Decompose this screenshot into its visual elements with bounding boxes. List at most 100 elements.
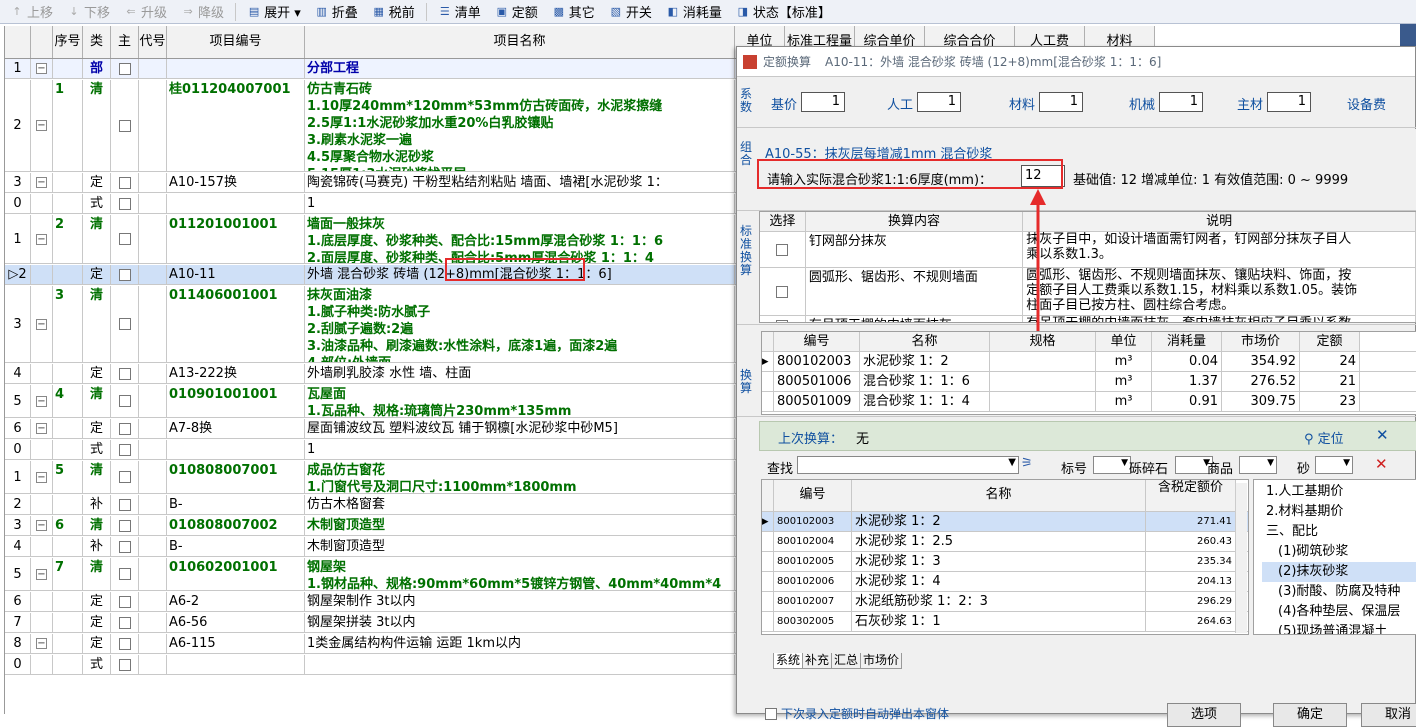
tree-item[interactable]: (2)抹灰砂浆 <box>1262 562 1416 582</box>
filter-icon[interactable]: ⚞ <box>1021 456 1033 471</box>
std-select-checkbox[interactable] <box>776 243 789 256</box>
coef-input-3[interactable]: 1 <box>1159 92 1203 112</box>
main-checkbox[interactable] <box>118 367 131 380</box>
collapse-toggle-icon[interactable]: − <box>36 63 47 74</box>
main-checkbox[interactable] <box>118 498 131 511</box>
row-main-checkbox[interactable] <box>111 537 139 556</box>
std-row[interactable]: 圆弧形、锯齿形、不规则墙面 圆弧形、锯齿形、不规则墙面抹灰、镶贴块料、饰面，按 定… <box>760 268 1416 316</box>
row-main-checkbox[interactable] <box>111 419 139 438</box>
toolbar-button-expand[interactable]: ▤ 展开 ▾ <box>241 1 307 23</box>
toolbar-button-consumption[interactable]: ◧ 消耗量 <box>660 1 728 23</box>
std-select-checkbox[interactable] <box>776 319 789 322</box>
tree-item[interactable]: 三、配比 <box>1262 522 1416 542</box>
filter-select-0[interactable]: ▼ <box>1093 456 1131 474</box>
material-row[interactable]: ▸ 800102003 水泥砂浆 1：2 m³ 0.04 354.92 24 <box>762 352 1416 372</box>
tree-item[interactable]: (1)砌筑砂浆 <box>1262 542 1416 562</box>
row-main-checkbox[interactable] <box>111 265 139 284</box>
tree-item[interactable]: 2.材料基期价 <box>1262 502 1416 522</box>
std-select-cell[interactable] <box>760 268 806 315</box>
row-expander[interactable]: − <box>31 80 53 171</box>
main-checkbox[interactable] <box>118 233 131 245</box>
tree-item[interactable]: (5)现场普通混凝土 <box>1262 622 1416 634</box>
library-tab-3[interactable]: 市场价 <box>860 653 903 669</box>
std-row[interactable]: 钉网部分抹灰 抹灰子目中，如设计墙面需钉网者，钉网部分抹灰子目人 乘以系数1.3。 <box>760 232 1416 268</box>
collapse-toggle-icon[interactable]: − <box>36 520 47 531</box>
row-expander[interactable]: − <box>31 516 53 535</box>
library-row[interactable]: 800102007 水泥纸筋砂浆 1：2：3 296.29 <box>762 592 1248 612</box>
coef-input-0[interactable]: 1 <box>801 92 845 112</box>
library-row[interactable]: 800102004 水泥砂浆 1：2.5 260.43 <box>762 532 1248 552</box>
row-main-checkbox[interactable] <box>111 655 139 674</box>
main-checkbox[interactable] <box>118 471 131 483</box>
toolbar-button-arrow-down[interactable]: ↓ 下移 <box>61 1 116 23</box>
row-main-checkbox[interactable] <box>111 613 139 632</box>
main-checkbox[interactable] <box>118 119 131 132</box>
main-checkbox[interactable] <box>118 395 131 407</box>
search-input[interactable]: ▼ <box>797 456 1019 474</box>
row-main-checkbox[interactable] <box>111 286 139 362</box>
collapse-toggle-icon[interactable]: − <box>36 233 47 245</box>
row-main-checkbox[interactable] <box>111 215 139 263</box>
main-checkbox[interactable] <box>118 176 131 189</box>
dropdown-arrow-icon[interactable]: ▼ <box>1008 457 1016 468</box>
main-checkbox[interactable] <box>118 443 131 456</box>
collapse-toggle-icon[interactable]: − <box>36 471 47 483</box>
main-checkbox[interactable] <box>118 540 131 553</box>
row-main-checkbox[interactable] <box>111 495 139 514</box>
tree-item[interactable]: 1.人工基期价 <box>1262 482 1416 502</box>
main-checkbox[interactable] <box>118 616 131 629</box>
collapse-toggle-icon[interactable]: − <box>36 638 47 649</box>
toolbar-button-arrow-up[interactable]: ↑ 上移 <box>4 1 59 23</box>
toolbar-button-other[interactable]: ▩ 其它 <box>546 1 601 23</box>
collapse-toggle-icon[interactable]: − <box>36 177 47 188</box>
library-row[interactable]: 800302005 石灰砂浆 1：1 264.63 <box>762 612 1248 632</box>
row-expander[interactable]: − <box>31 558 53 590</box>
toolbar-button-list[interactable]: ☰ 清单 <box>432 1 487 23</box>
row-main-checkbox[interactable] <box>111 440 139 459</box>
collapse-toggle-icon[interactable]: − <box>36 318 47 330</box>
row-expander[interactable]: − <box>31 173 53 192</box>
main-checkbox[interactable] <box>118 595 131 608</box>
main-checkbox[interactable] <box>118 568 131 580</box>
main-checkbox[interactable] <box>118 62 131 75</box>
coef-input-4[interactable]: 1 <box>1267 92 1311 112</box>
library-row[interactable]: ▸ 800102003 水泥砂浆 1：2 271.41 <box>762 512 1248 532</box>
row-expander[interactable]: − <box>31 461 53 493</box>
main-checkbox[interactable] <box>118 519 131 532</box>
cancel-button[interactable]: 取消 <box>1361 703 1416 727</box>
toolbar-button-arrow-left[interactable]: ⇐ 升级 <box>118 1 173 23</box>
library-tab-1[interactable]: 补充 <box>802 653 833 669</box>
main-checkbox[interactable] <box>118 197 131 210</box>
row-main-checkbox[interactable] <box>111 592 139 611</box>
collapse-toggle-icon[interactable]: − <box>36 120 47 131</box>
toolbar-button-collapse[interactable]: ▥ 折叠 <box>309 1 364 23</box>
toolbar-button-status[interactable]: ◨ 状态【标准】 <box>730 1 837 23</box>
main-checkbox[interactable] <box>118 268 131 281</box>
library-row[interactable]: 800102005 水泥砂浆 1：3 235.34 <box>762 552 1248 572</box>
library-row[interactable]: 800102006 水泥砂浆 1：4 204.13 <box>762 572 1248 592</box>
row-main-checkbox[interactable] <box>111 59 139 78</box>
collapse-toggle-icon[interactable]: − <box>36 568 47 580</box>
main-checkbox[interactable] <box>118 318 131 330</box>
main-checkbox[interactable] <box>118 422 131 435</box>
filter-select-2[interactable]: ▼ <box>1239 456 1277 474</box>
dropdown-arrow-icon[interactable]: ▼ <box>1267 458 1274 468</box>
dropdown-arrow-icon[interactable]: ▼ <box>1343 458 1350 468</box>
toolbar-button-arrow-right[interactable]: ⇒ 降级 <box>175 1 230 23</box>
tree-item[interactable]: (4)各种垫层、保温层 <box>1262 602 1416 622</box>
clear-filter-icon[interactable]: ✕ <box>1375 455 1388 473</box>
row-main-checkbox[interactable] <box>111 80 139 171</box>
coef-input-1[interactable]: 1 <box>917 92 961 112</box>
collapse-toggle-icon[interactable]: − <box>36 423 47 434</box>
material-row[interactable]: 800501009 混合砂浆 1：1：4 m³ 0.91 309.75 23 <box>762 392 1416 412</box>
tree-item[interactable]: (3)耐酸、防腐及特种 <box>1262 582 1416 602</box>
close-x-icon[interactable]: ✕ <box>1376 426 1389 444</box>
row-expander[interactable]: − <box>31 385 53 417</box>
std-select-cell[interactable] <box>760 316 806 322</box>
row-main-checkbox[interactable] <box>111 364 139 383</box>
row-expander[interactable]: − <box>31 634 53 653</box>
row-expander[interactable]: − <box>31 59 53 78</box>
row-expander[interactable]: − <box>31 419 53 438</box>
material-row[interactable]: 800501006 混合砂浆 1：1：6 m³ 1.37 276.52 21 <box>762 372 1416 392</box>
std-select-checkbox[interactable] <box>776 285 789 298</box>
